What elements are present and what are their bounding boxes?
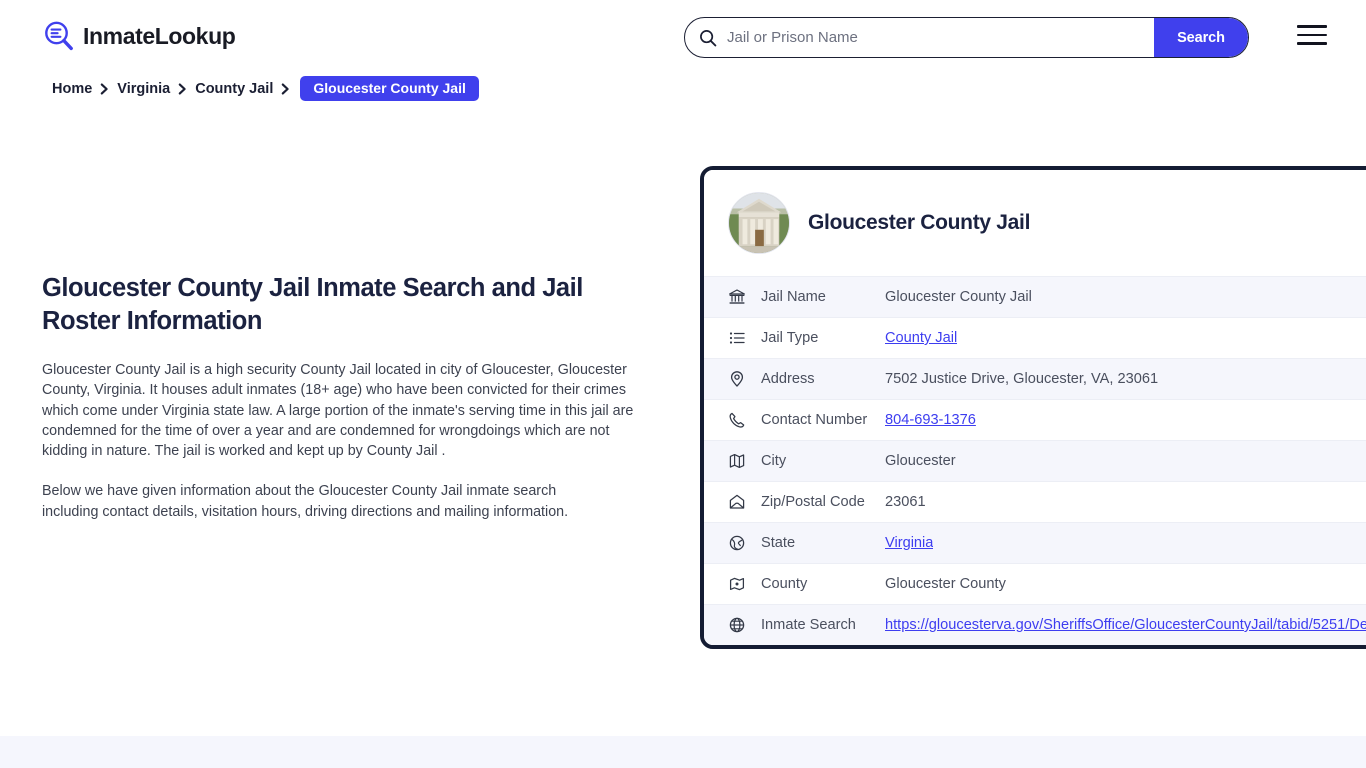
map-pin-icon xyxy=(728,370,761,388)
envelope-icon xyxy=(728,493,761,511)
chevron-right-icon xyxy=(100,83,109,95)
row-label: Jail Type xyxy=(761,330,819,346)
row-label: Jail Name xyxy=(761,289,826,305)
site-header: InmateLookup Search xyxy=(0,0,1366,72)
hamburger-line xyxy=(1297,25,1327,28)
row-value-link[interactable]: https://gloucesterva.gov/SheriffsOffice/… xyxy=(885,617,1366,633)
breadcrumb-item-county-jail[interactable]: County Jail xyxy=(195,81,273,97)
search-icon xyxy=(685,29,717,47)
table-row: Address 7502 Justice Drive, Gloucester, … xyxy=(704,358,1366,399)
row-label: Address xyxy=(761,371,815,387)
row-value-link[interactable]: Virginia xyxy=(885,535,933,551)
page-root: InmateLookup Search Home Virginia xyxy=(0,0,1366,768)
table-row: Inmate Search https://gloucesterva.gov/S… xyxy=(704,604,1366,645)
table-row: County Gloucester County xyxy=(704,563,1366,604)
map-dot-icon xyxy=(728,575,761,593)
courthouse-photo xyxy=(728,192,790,254)
row-value: Gloucester xyxy=(885,453,956,469)
phone-icon xyxy=(728,411,761,429)
table-row: Jail Name Gloucester County Jail xyxy=(704,276,1366,317)
table-row: State Virginia xyxy=(704,522,1366,563)
world-globe-icon xyxy=(728,616,761,634)
card-header: Gloucester County Jail xyxy=(704,170,1366,276)
breadcrumb: Home Virginia County Jail Gloucester Cou… xyxy=(52,76,479,101)
row-label: State xyxy=(761,535,796,551)
row-value: Gloucester County xyxy=(885,576,1006,592)
globe-icon xyxy=(728,534,761,552)
logo-text: InmateLookup xyxy=(83,22,236,49)
article-column: Gloucester County Jail Inmate Search and… xyxy=(42,272,642,542)
search-button[interactable]: Search xyxy=(1154,18,1248,57)
row-value: Gloucester County Jail xyxy=(885,289,1032,305)
jail-info-card: Gloucester County Jail Jail Name Glouces… xyxy=(700,166,1366,649)
row-value-link[interactable]: County Jail xyxy=(885,330,957,346)
breadcrumb-item-home[interactable]: Home xyxy=(52,81,92,97)
secondary-paragraph: Below we have given information about th… xyxy=(42,483,569,520)
hamburger-line xyxy=(1297,42,1327,45)
table-row: Zip/Postal Code 23061 xyxy=(704,481,1366,522)
footer-band xyxy=(0,736,1366,768)
list-icon xyxy=(728,329,761,347)
table-row: Contact Number 804-693-1376 xyxy=(704,399,1366,440)
hamburger-menu-icon[interactable] xyxy=(1297,24,1327,46)
breadcrumb-item-current[interactable]: Gloucester County Jail xyxy=(300,76,479,101)
row-label: Inmate Search xyxy=(761,617,856,633)
card-title: Gloucester County Jail xyxy=(808,211,1031,234)
site-logo[interactable]: InmateLookup xyxy=(42,19,236,53)
search-bar[interactable]: Search xyxy=(684,17,1249,58)
page-title: Gloucester County Jail Inmate Search and… xyxy=(42,274,583,335)
table-row: City Gloucester xyxy=(704,440,1366,481)
row-value: 23061 xyxy=(885,494,926,510)
chevron-right-icon xyxy=(178,83,187,95)
hamburger-line xyxy=(1297,33,1327,37)
search-input[interactable] xyxy=(717,18,1154,57)
chevron-right-icon xyxy=(281,83,290,95)
breadcrumb-item-virginia[interactable]: Virginia xyxy=(117,81,170,97)
row-label: Zip/Postal Code xyxy=(761,494,865,510)
table-row: Jail Type County Jail xyxy=(704,317,1366,358)
row-value: 7502 Justice Drive, Gloucester, VA, 2306… xyxy=(885,371,1159,387)
row-label: Contact Number xyxy=(761,412,868,428)
row-label: City xyxy=(761,453,787,469)
row-label: County xyxy=(761,576,808,592)
map-icon xyxy=(728,452,761,470)
bank-icon xyxy=(728,288,761,306)
intro-paragraph: Gloucester County Jail is a high securit… xyxy=(42,362,634,460)
row-value-link[interactable]: 804-693-1376 xyxy=(885,412,976,428)
magnifier-list-icon xyxy=(42,19,76,53)
